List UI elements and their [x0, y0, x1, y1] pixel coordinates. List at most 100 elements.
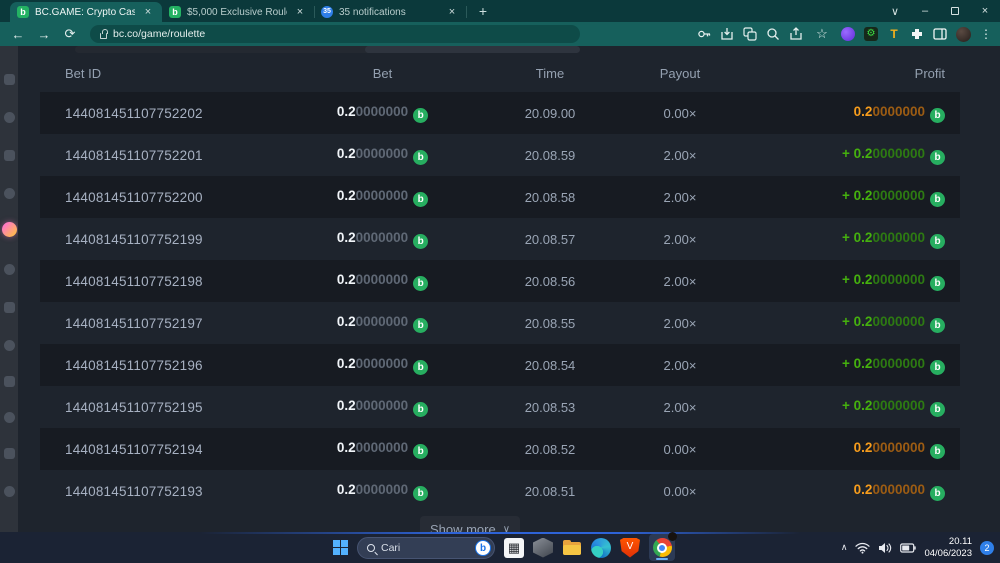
sidebar-icon-4[interactable]: [4, 188, 15, 199]
chrome-taskbar-button[interactable]: [649, 534, 675, 561]
bet-id-value: 144081451107752195: [65, 400, 203, 415]
browser-tab[interactable]: b $5,000 Exclusive Roulette Prestig ×: [162, 2, 314, 22]
sidebar-icon-roulette-active[interactable]: [2, 222, 17, 237]
tab-close-icon[interactable]: ×: [141, 5, 155, 19]
browser-tab[interactable]: 35 35 notifications ×: [314, 2, 466, 22]
bet-id-value: 144081451107752200: [65, 190, 203, 205]
cube-app-icon[interactable]: [533, 538, 553, 558]
horizontal-scrollbar[interactable]: [75, 46, 545, 53]
tab-close-icon[interactable]: ×: [445, 5, 459, 19]
table-row[interactable]: 144081451107752198 0.20000000b 20.08.56 …: [40, 260, 960, 302]
browser-toolbar: ← → ⟳ bc.co/game/roulette ☆ ⚙ T ⋮: [0, 22, 1000, 46]
tab-title: BC.GAME: Crypto Casino Games: [35, 7, 135, 18]
close-window-button[interactable]: ×: [970, 0, 1000, 22]
sidebar-icon-3[interactable]: [4, 150, 15, 161]
start-button-icon[interactable]: [333, 540, 348, 555]
browser-tab[interactable]: b BC.GAME: Crypto Casino Games ×: [10, 2, 162, 22]
sidebar-icon-8[interactable]: [4, 340, 15, 351]
table-row[interactable]: 144081451107752193 0.20000000b 20.08.51 …: [40, 470, 960, 512]
bet-cell: 0.20000000b: [305, 271, 460, 291]
tab-separator: [466, 6, 467, 18]
volume-icon[interactable]: [878, 542, 892, 554]
sidebar-icon-2[interactable]: [4, 112, 15, 123]
install-app-icon[interactable]: [720, 27, 734, 41]
tab-strip: b BC.GAME: Crypto Casino Games × b $5,00…: [0, 0, 466, 22]
file-explorer-icon[interactable]: [562, 538, 582, 558]
extensions-puzzle-icon[interactable]: [910, 27, 924, 41]
zoom-icon[interactable]: [766, 27, 780, 41]
minimize-button[interactable]: –: [910, 0, 940, 22]
table-row[interactable]: 144081451107752197 0.20000000b 20.08.55 …: [40, 302, 960, 344]
header-bet: Bet: [305, 66, 460, 81]
bet-id-value: 144081451107752201: [65, 148, 203, 163]
battery-icon[interactable]: [900, 543, 916, 553]
table-row[interactable]: 144081451107752194 0.20000000b 20.08.52 …: [40, 428, 960, 470]
sidebar-icon-6[interactable]: [4, 264, 15, 275]
payout-value: 2.00×: [664, 400, 697, 415]
payout-value: 0.00×: [664, 106, 697, 121]
sidebar-icon-11[interactable]: [4, 448, 15, 459]
sidebar-icon-1[interactable]: [4, 74, 15, 85]
new-tab-button[interactable]: +: [474, 3, 492, 19]
sidebar-icon-7[interactable]: [4, 302, 15, 313]
sidebar-icon-9[interactable]: [4, 376, 15, 387]
table-row[interactable]: 144081451107752195 0.20000000b 20.08.53 …: [40, 386, 960, 428]
profile-avatar[interactable]: [956, 27, 971, 42]
show-more-button[interactable]: Show more ∨: [420, 516, 520, 532]
sidebar-icon-12[interactable]: [4, 486, 15, 497]
table-row[interactable]: 144081451107752199 0.20000000b 20.08.57 …: [40, 218, 960, 260]
bet-cell: 0.20000000b: [305, 313, 460, 333]
header-payout: Payout: [640, 66, 720, 81]
coin-icon: b: [413, 234, 428, 249]
header-profit: Profit: [720, 66, 945, 81]
extension-purple-icon[interactable]: [841, 27, 855, 41]
coin-icon: b: [930, 192, 945, 207]
bookmark-star-icon[interactable]: ☆: [812, 26, 832, 42]
table-row[interactable]: 144081451107752201 0.20000000b 20.08.59 …: [40, 134, 960, 176]
grid-app-icon[interactable]: ▦: [504, 538, 524, 558]
translate-icon[interactable]: [743, 27, 757, 41]
payout-value: 0.00×: [664, 442, 697, 457]
taskbar-clock[interactable]: 20.11 04/06/2023: [924, 536, 972, 560]
profit-cell: + 0.20000000b: [720, 313, 945, 333]
extension-gear-icon[interactable]: ⚙: [864, 27, 878, 41]
time-value: 20.08.58: [525, 190, 576, 205]
wifi-icon[interactable]: [855, 542, 870, 554]
browser-menu-icon[interactable]: ⋮: [980, 27, 992, 41]
show-more-label: Show more: [430, 522, 496, 533]
tab-close-icon[interactable]: ×: [293, 5, 307, 19]
profit-cell: + 0.20000000b: [720, 271, 945, 291]
coin-icon: b: [413, 318, 428, 333]
scrollbar-thumb[interactable]: [365, 46, 580, 53]
password-key-icon[interactable]: [697, 27, 711, 41]
chrome-icon: [653, 538, 672, 557]
side-panel-icon[interactable]: [933, 27, 947, 41]
tab-search-chevron-icon[interactable]: ∨: [880, 0, 910, 22]
coin-icon: b: [930, 318, 945, 333]
share-icon[interactable]: [789, 27, 803, 41]
edge-browser-icon[interactable]: [591, 538, 611, 558]
url-text: bc.co/game/roulette: [113, 28, 205, 40]
payout-value: 2.00×: [664, 190, 697, 205]
back-icon[interactable]: ←: [8, 27, 28, 42]
address-bar[interactable]: bc.co/game/roulette: [90, 25, 580, 43]
coin-icon: b: [930, 444, 945, 459]
table-header-row: Bet ID Bet Time Payout Profit: [40, 54, 960, 92]
hidden-icons-chevron[interactable]: ∧: [841, 542, 848, 553]
brave-browser-icon[interactable]: V: [620, 538, 640, 558]
profit-cell: + 0.20000000b: [720, 187, 945, 207]
maximize-button[interactable]: [940, 0, 970, 22]
bcgame-b-icon: b: [17, 6, 29, 18]
taskbar-search[interactable]: Cari b: [357, 537, 495, 559]
notification-badge[interactable]: 2: [980, 541, 994, 555]
extension-gold-icon[interactable]: T: [887, 27, 901, 41]
table-row[interactable]: 144081451107752196 0.20000000b 20.08.54 …: [40, 344, 960, 386]
reload-icon[interactable]: ⟳: [60, 26, 80, 42]
payout-value: 2.00×: [664, 274, 697, 289]
forward-icon[interactable]: →: [34, 27, 54, 42]
coin-icon: b: [413, 108, 428, 123]
sidebar-icon-10[interactable]: [4, 412, 15, 423]
table-row[interactable]: 144081451107752202 0.20000000b 20.09.00 …: [40, 92, 960, 134]
table-row[interactable]: 144081451107752200 0.20000000b 20.08.58 …: [40, 176, 960, 218]
bet-cell: 0.20000000b: [305, 355, 460, 375]
